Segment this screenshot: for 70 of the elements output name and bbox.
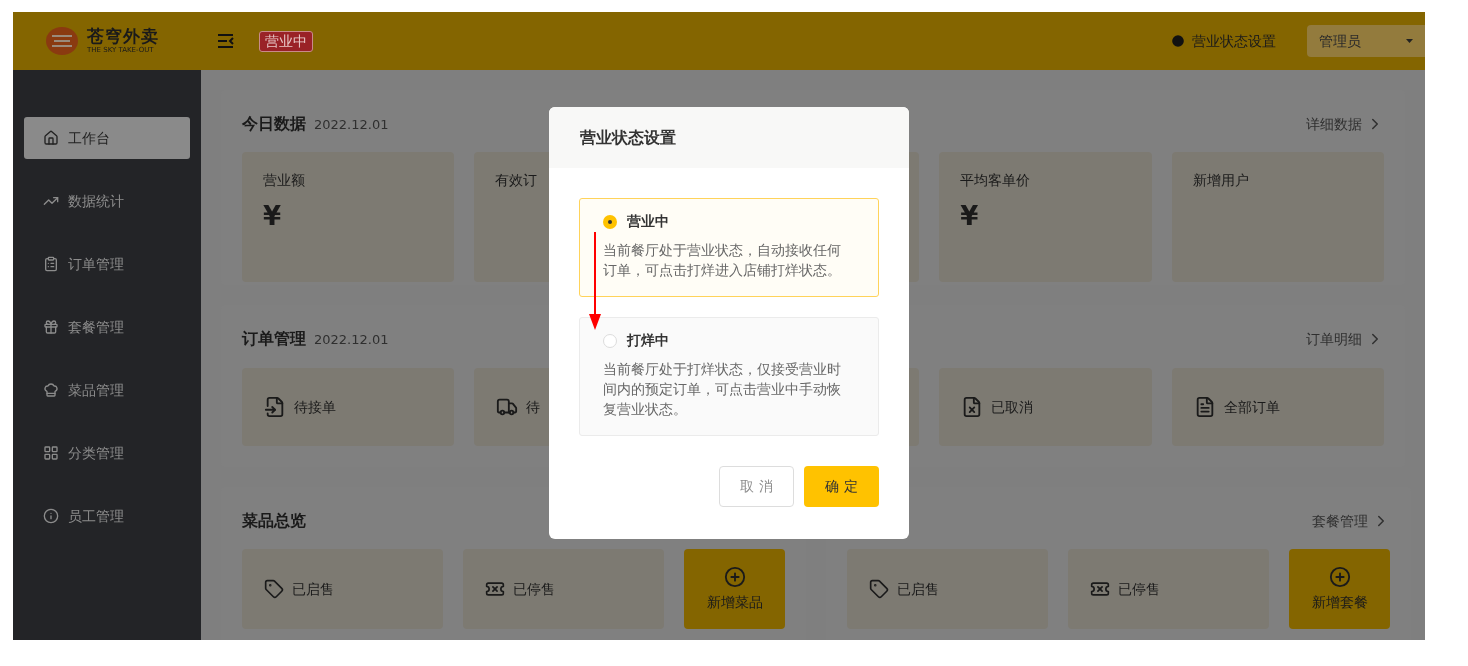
dialog-title: 营业状态设置 <box>580 126 676 149</box>
add-button[interactable]: 新增菜品 <box>684 549 785 629</box>
option-label: 营业中 <box>627 212 669 231</box>
section-date: 2022.12.01 <box>314 116 389 134</box>
order-tile[interactable]: 待接单 <box>242 368 455 446</box>
option-label: 打烊中 <box>627 331 669 350</box>
tag-off-icon <box>1090 579 1110 599</box>
detail-link[interactable]: 订单明细 <box>1306 328 1384 350</box>
tag-icon <box>264 579 284 599</box>
section-title: 菜品总览 <box>242 510 306 532</box>
order-label: 待接单 <box>294 397 336 417</box>
tag-off-icon <box>485 579 505 599</box>
sidebar-item[interactable]: 套餐管理 <box>24 306 190 348</box>
gift-icon <box>43 319 59 335</box>
plus-icon <box>1328 565 1351 588</box>
sidebar-item[interactable]: 员工管理 <box>24 495 190 537</box>
confirm-button[interactable]: 确 定 <box>804 466 879 507</box>
status-settings-link[interactable]: 营业状态设置 <box>1170 30 1276 52</box>
cloche-icon <box>43 382 59 398</box>
grid-icon <box>43 445 59 461</box>
order-label: 全部订单 <box>1223 397 1280 417</box>
sale-label: 已停售 <box>513 579 555 599</box>
sidebar-item[interactable]: 分类管理 <box>24 432 190 474</box>
clipboard-icon <box>43 256 59 272</box>
sale-label: 已启售 <box>292 579 334 599</box>
sidebar-item[interactable]: 订单管理 <box>24 243 190 285</box>
sale-tile[interactable]: 已停售 <box>463 549 664 629</box>
sidebar-item[interactable]: 菜品管理 <box>24 369 190 411</box>
order-label: 已取消 <box>991 397 1034 417</box>
section-title: 订单管理 <box>242 328 306 350</box>
menu-icon[interactable] <box>217 34 234 48</box>
sidebar-item[interactable]: 数据统计 <box>24 180 190 222</box>
document-icon <box>264 396 286 418</box>
logo-icon <box>45 26 79 56</box>
home-icon <box>43 130 59 146</box>
tag-icon <box>869 579 889 599</box>
detail-link[interactable]: 套餐管理 <box>1312 510 1390 532</box>
truck-icon <box>496 396 519 418</box>
option-description: 当前餐厅处于营业状态，自动接收任何订单，可点击打烊进入店铺打烊状态。 <box>603 241 842 280</box>
radio-button[interactable] <box>603 333 617 348</box>
status-option[interactable]: 打烊中 当前餐厅处于打烊状态，仅接受营业时间内的预定订单，可点击营业中手动恢复营业状态。 <box>579 317 879 436</box>
user-dropdown[interactable]: 管理员 <box>1307 25 1425 57</box>
detail-link[interactable]: 详细数据 <box>1306 113 1384 135</box>
stat-label: 新增用户 <box>1192 171 1250 190</box>
status-badge: 营业中 <box>259 30 313 52</box>
option-description: 当前餐厅处于打烊状态，仅接受营业时间内的预定订单，可点击营业中手动恢复营业状态。 <box>603 360 842 419</box>
section-title: 今日数据 <box>242 113 306 135</box>
caret-icon <box>1406 39 1413 43</box>
logo-name: 苍穹外卖 <box>87 28 159 45</box>
add-button[interactable]: 新增套餐 <box>1289 549 1390 629</box>
plus-icon <box>723 565 746 588</box>
order-tile[interactable]: 已取消 <box>939 368 1152 446</box>
order-label: 待 <box>526 397 541 417</box>
stat-label: 平均客单价 <box>960 171 1032 190</box>
radio-button[interactable] <box>603 214 617 229</box>
status-option[interactable]: 营业中 当前餐厅处于营业状态，自动接收任何订单，可点击打烊进入店铺打烊状态。 <box>579 198 879 297</box>
sidebar-item[interactable]: 工作台 <box>24 117 190 159</box>
stat-label: 营业额 <box>263 171 306 190</box>
section-date: 2022.12.01 <box>314 331 389 349</box>
sale-label: 已停售 <box>1118 579 1160 599</box>
sale-tile[interactable]: 已停售 <box>1068 549 1269 629</box>
sale-tile[interactable]: 已启售 <box>847 549 1048 629</box>
stat-value: ¥ <box>960 200 980 233</box>
stat-label: 有效订 <box>495 171 539 190</box>
cancel-button[interactable]: 取 消 <box>719 466 794 507</box>
stat-value: ¥ <box>263 200 283 233</box>
sale-label: 已启售 <box>897 579 939 599</box>
info-icon <box>43 508 59 524</box>
sale-tile[interactable]: 已启售 <box>242 549 443 629</box>
order-tile[interactable]: 全部订单 <box>1171 368 1384 446</box>
